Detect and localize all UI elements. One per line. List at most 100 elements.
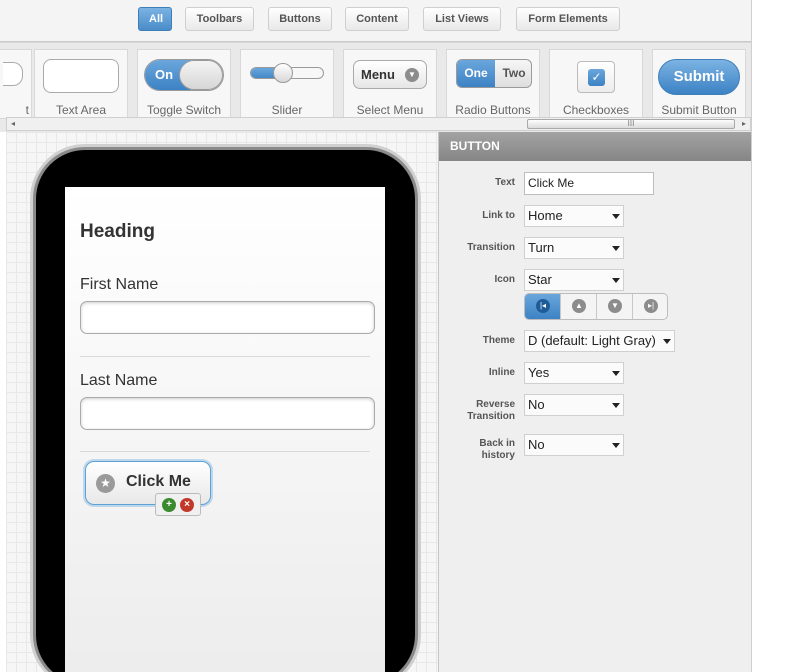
link-select-value: Home	[528, 208, 563, 223]
radio-option-two: Two	[502, 66, 526, 80]
reverse-transition-value: No	[528, 397, 545, 412]
widget-palette: t Text Area On Toggle Switch Slider Menu…	[0, 42, 751, 132]
first-name-label[interactable]: First Name	[80, 276, 158, 294]
arrow-left-icon: |◂	[536, 299, 550, 313]
palette-item-text-input[interactable]: t	[0, 49, 32, 119]
dropdown-caret-icon	[612, 443, 620, 448]
filter-toolbars-button[interactable]: Toolbars	[185, 7, 254, 31]
chevron-down-icon: ▼	[405, 68, 419, 82]
reverse-transition-label-line2: Transition	[467, 411, 515, 422]
icon-position-left[interactable]: |◂	[525, 294, 561, 319]
palette-item-select-menu[interactable]: Menu ▼ Select Menu	[343, 49, 437, 119]
icon-position-right[interactable]: ▸|	[633, 294, 667, 319]
transition-select[interactable]: Turn	[524, 237, 624, 259]
scroll-left-arrow[interactable]: ◂	[7, 118, 19, 130]
filter-list-views-button[interactable]: List Views	[423, 7, 501, 31]
palette-item-label: t	[25, 103, 29, 117]
reverse-transition-label-line1: Reverse	[476, 399, 515, 410]
filter-buttons-button[interactable]: Buttons	[268, 7, 332, 31]
preview-heading[interactable]: Heading	[80, 221, 155, 243]
submit-button-preview: Submit	[658, 59, 740, 95]
dropdown-caret-icon	[612, 246, 620, 251]
right-margin	[751, 0, 792, 672]
last-name-field[interactable]	[80, 397, 375, 430]
palette-item-label: Submit Button	[661, 103, 737, 117]
theme-select[interactable]: D (default: Light Gray)	[524, 330, 675, 352]
first-name-field[interactable]	[80, 301, 375, 334]
filter-form-elements-button[interactable]: Form Elements	[516, 7, 620, 31]
palette-item-label: Select Menu	[356, 103, 424, 117]
back-in-history-value: No	[528, 437, 545, 452]
properties-panel: BUTTON Text Click Me Link to Home Transi…	[438, 132, 752, 672]
back-in-history-select[interactable]: No	[524, 434, 624, 456]
transition-select-value: Turn	[528, 240, 555, 255]
palette-item-toggle-switch[interactable]: On Toggle Switch	[137, 49, 231, 119]
field-divider	[80, 451, 370, 452]
arrow-down-icon: ▼	[608, 299, 622, 313]
scrollbar-thumb[interactable]: III	[527, 119, 735, 129]
scroll-right-arrow[interactable]: ▸	[738, 118, 750, 130]
dropdown-caret-icon	[612, 403, 620, 408]
dropdown-caret-icon	[612, 371, 620, 376]
theme-property-label: Theme	[482, 335, 515, 346]
icon-position-bottom[interactable]: ▼	[597, 294, 633, 319]
link-property-label: Link to	[482, 210, 515, 221]
palette-item-label: Toggle Switch	[146, 103, 222, 117]
click-me-button-label: Click Me	[126, 473, 191, 490]
link-select[interactable]: Home	[524, 205, 624, 227]
textarea-preview	[43, 59, 119, 93]
text-property-input[interactable]: Click Me	[524, 172, 654, 195]
palette-item-label: Radio Buttons	[455, 103, 531, 117]
icon-property-label: Icon	[494, 274, 515, 285]
last-name-label[interactable]: Last Name	[80, 372, 157, 390]
toggle-switch-preview: On	[144, 59, 224, 91]
icon-select[interactable]: Star	[524, 269, 624, 291]
arrow-up-icon: ▲	[572, 299, 586, 313]
text-property-label: Text	[495, 177, 515, 188]
icon-select-value: Star	[528, 272, 552, 287]
category-filter-bar: All Toolbars Buttons Content List Views …	[0, 0, 751, 42]
toggle-knob	[179, 60, 223, 90]
dropdown-caret-icon	[663, 339, 671, 344]
element-action-controls: + ×	[155, 493, 201, 516]
palette-item-submit-button[interactable]: Submit Submit Button	[652, 49, 746, 119]
inline-select[interactable]: Yes	[524, 362, 624, 384]
icon-position-top[interactable]: ▲	[561, 294, 597, 319]
plus-icon[interactable]: +	[162, 498, 176, 512]
palette-item-checkboxes[interactable]: ✓ Checkboxes	[549, 49, 643, 119]
back-in-history-label-line2: history	[481, 450, 515, 461]
radio-segment-preview: One Two	[456, 59, 532, 88]
dropdown-caret-icon	[612, 278, 620, 283]
inline-property-label: Inline	[488, 367, 515, 378]
dropdown-caret-icon	[612, 214, 620, 219]
panel-title: BUTTON	[439, 132, 752, 161]
checkbox-preview: ✓	[577, 61, 615, 93]
palette-item-label: Slider	[271, 103, 303, 117]
palette-item-radio-buttons[interactable]: One Two Radio Buttons	[446, 49, 540, 119]
palette-item-slider[interactable]: Slider	[240, 49, 334, 119]
design-canvas[interactable]: Heading First Name Last Name ★ Click Me …	[6, 132, 438, 672]
phone-screen: Heading First Name Last Name ★ Click Me …	[65, 187, 385, 672]
radio-option-one: One	[457, 60, 495, 87]
inline-select-value: Yes	[528, 365, 550, 380]
filter-content-button[interactable]: Content	[345, 7, 409, 31]
back-in-history-label-line1: Back in	[479, 438, 515, 449]
reverse-transition-select[interactable]: No	[524, 394, 624, 416]
palette-item-label: Text Area	[55, 103, 107, 117]
slider-handle	[273, 63, 293, 83]
filter-all-button[interactable]: All	[138, 7, 172, 31]
select-menu-text: Menu	[361, 67, 395, 82]
close-icon[interactable]: ×	[180, 498, 194, 512]
arrow-right-icon: ▸|	[644, 299, 658, 313]
checkmark-icon: ✓	[588, 69, 605, 86]
text-input-preview	[3, 62, 23, 86]
transition-property-label: Transition	[467, 242, 515, 253]
theme-select-value: D (default: Light Gray)	[528, 333, 656, 348]
field-divider	[80, 356, 370, 357]
palette-scrollbar[interactable]: ◂ III ▸	[6, 117, 751, 131]
palette-item-label: Checkboxes	[562, 103, 630, 117]
palette-item-text-area[interactable]: Text Area	[34, 49, 128, 119]
phone-frame: Heading First Name Last Name ★ Click Me …	[33, 147, 418, 672]
icon-position-group: |◂ ▲ ▼ ▸|	[524, 293, 668, 320]
app-window: All Toolbars Buttons Content List Views …	[0, 0, 792, 672]
